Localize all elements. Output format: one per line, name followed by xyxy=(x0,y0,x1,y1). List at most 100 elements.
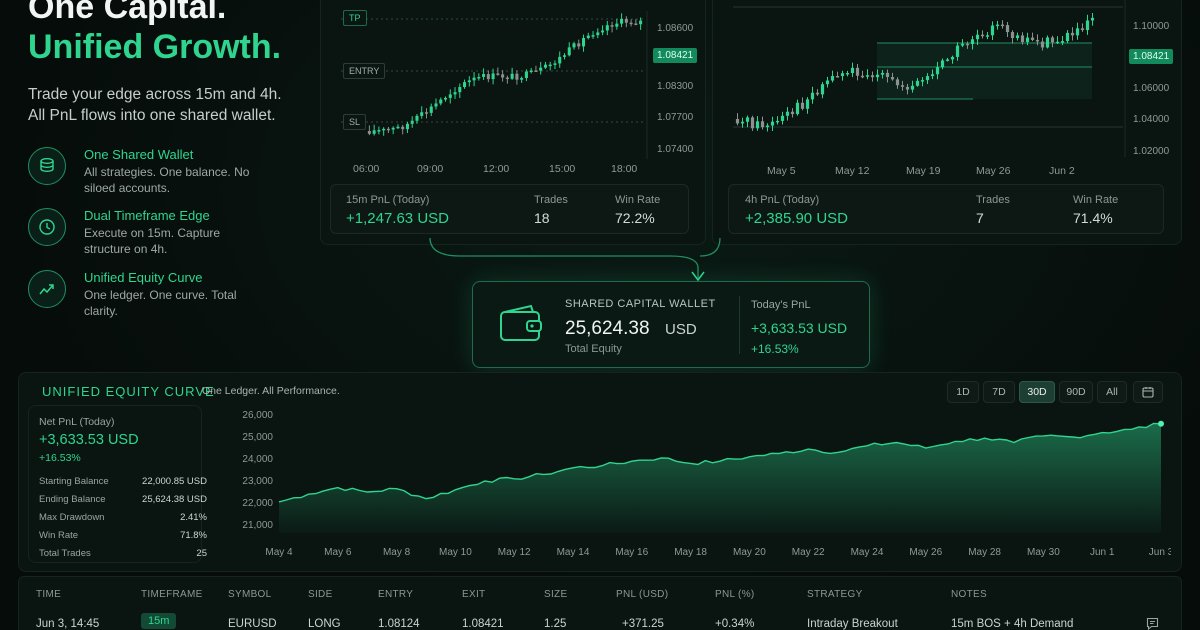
candle-body xyxy=(458,87,462,93)
metric-total-trades: Total Trades 25 xyxy=(39,548,207,559)
candle-body xyxy=(562,55,567,57)
shared-wallet-card[interactable]: SHARED CAPITAL WALLET 25,624.38 USD Tota… xyxy=(472,281,870,368)
candle-body xyxy=(491,73,495,80)
equity-chart[interactable]: 26,000 25,000 24,000 23,000 22,000 21,000 May … xyxy=(209,405,1171,569)
col-header-entry[interactable]: ENTRY xyxy=(378,589,413,600)
col-header-strategy[interactable]: STRATEGY xyxy=(807,589,863,600)
net-pnl-label: Net PnL (Today) xyxy=(39,416,115,428)
equity-area xyxy=(279,423,1161,533)
col-header-pnl-usd[interactable]: PNL (USD) xyxy=(616,589,668,600)
candle-body xyxy=(581,38,586,47)
col-header-symbol[interactable]: SYMBOL xyxy=(228,589,271,600)
sl-level-tag[interactable]: SL xyxy=(343,114,367,130)
price-label: 1.07700 xyxy=(657,112,694,123)
timeframe-chip: 15m xyxy=(141,613,177,629)
candle-body xyxy=(639,20,643,25)
candle-body xyxy=(615,23,619,27)
candle-body xyxy=(386,128,390,131)
candle-body xyxy=(1035,39,1040,42)
candle-body xyxy=(396,126,400,129)
date-label: May 26 xyxy=(976,165,1011,177)
feature-title: Dual Timeframe Edge xyxy=(84,208,210,223)
candle-body xyxy=(434,103,438,107)
candle-body xyxy=(524,71,528,78)
x-tick-label: May 22 xyxy=(792,547,825,558)
candle-body xyxy=(815,92,820,95)
col-header-timeframe[interactable]: TIMEFRAME xyxy=(141,589,203,600)
candle-body xyxy=(1030,37,1035,40)
metric-label: Ending Balance xyxy=(39,494,106,505)
candle-body xyxy=(482,74,486,77)
chart-15m-canvas[interactable] xyxy=(321,0,707,171)
x-tick-label: May 28 xyxy=(968,547,1001,558)
metric-value: 25 xyxy=(196,548,207,559)
trades-label: Trades xyxy=(976,194,1010,206)
x-tick-label: May 10 xyxy=(439,547,472,558)
candle-body xyxy=(960,43,965,46)
candle-body xyxy=(620,18,624,24)
feature-desc: One ledger. One curve. Total clarity. xyxy=(84,288,237,318)
candle-body xyxy=(391,127,395,130)
candle-body xyxy=(805,99,810,109)
note-icon[interactable] xyxy=(1146,617,1159,630)
candle-body xyxy=(845,73,850,75)
candle-body xyxy=(377,130,381,132)
candle-body xyxy=(572,43,576,48)
x-tick-label: May 30 xyxy=(1027,547,1060,558)
entry-level-tag[interactable]: ENTRY xyxy=(343,63,386,79)
candle-body xyxy=(740,121,745,124)
candle-body xyxy=(910,85,915,90)
price-label: 1.02000 xyxy=(1133,146,1170,157)
col-header-pnl-pct[interactable]: PNL (%) xyxy=(715,589,755,600)
candle-body xyxy=(820,84,825,95)
candle-body xyxy=(515,73,519,80)
feature-unified-equity: Unified Equity Curve One ledger. One cur… xyxy=(28,270,298,326)
candle-body xyxy=(855,67,860,76)
candle-body xyxy=(634,23,638,25)
candle-body xyxy=(775,120,780,123)
col-header-notes[interactable]: NOTES xyxy=(951,589,987,600)
range-all-button[interactable]: All xyxy=(1097,381,1127,403)
equity-summary-box: Net PnL (Today) +3,633.53 USD +16.53% St… xyxy=(28,405,207,563)
candle-body xyxy=(448,94,452,98)
col-header-exit[interactable]: EXIT xyxy=(462,589,485,600)
cell-symbol: EURUSD xyxy=(228,618,277,630)
calendar-icon[interactable] xyxy=(1133,381,1163,403)
total-equity-label: Total Equity xyxy=(565,343,622,355)
candle-body xyxy=(1040,41,1045,48)
range-30d-button[interactable]: 30D xyxy=(1019,381,1055,403)
coins-stack-icon xyxy=(28,147,66,185)
metric-win-rate: Win Rate 71.8% xyxy=(39,530,207,541)
candle-body xyxy=(860,75,865,78)
date-label: May 5 xyxy=(767,165,796,177)
time-label: 12:00 xyxy=(483,163,510,175)
candle-body xyxy=(880,72,885,75)
candle-body xyxy=(424,112,429,114)
metric-label: Starting Balance xyxy=(39,476,109,487)
cell-timeframe: 15m xyxy=(141,613,177,629)
candle-body xyxy=(940,60,945,68)
range-90d-button[interactable]: 90D xyxy=(1059,381,1093,403)
tp-level-tag[interactable]: TP xyxy=(343,10,367,26)
candle-body xyxy=(735,119,740,124)
candle-body xyxy=(920,80,925,82)
candle-body xyxy=(970,39,975,45)
col-header-time[interactable]: TIME xyxy=(36,589,61,600)
candle-body xyxy=(840,73,845,77)
col-header-side[interactable]: SIDE xyxy=(308,589,333,600)
today-pnl-value: +3,633.53 USD xyxy=(751,320,848,336)
candle-body xyxy=(610,25,614,27)
range-7d-button[interactable]: 7D xyxy=(983,381,1015,403)
range-1d-button[interactable]: 1D xyxy=(947,381,979,403)
metric-starting-balance: Starting Balance 22,000.85 USD xyxy=(39,476,207,487)
col-header-size[interactable]: SIZE xyxy=(544,589,567,600)
chart-4h-canvas[interactable] xyxy=(713,0,1183,171)
candle-body xyxy=(900,85,905,87)
price-label: 1.04000 xyxy=(1133,114,1170,125)
hero-subtitle: Trade your edge across 15m and 4h. All P… xyxy=(28,84,298,126)
price-label: 1.08600 xyxy=(657,23,694,34)
metric-value: 22,000.85 USD xyxy=(142,476,207,487)
candle-body xyxy=(529,70,533,72)
candle-body xyxy=(870,75,875,78)
x-tick-label: May 18 xyxy=(674,547,707,558)
